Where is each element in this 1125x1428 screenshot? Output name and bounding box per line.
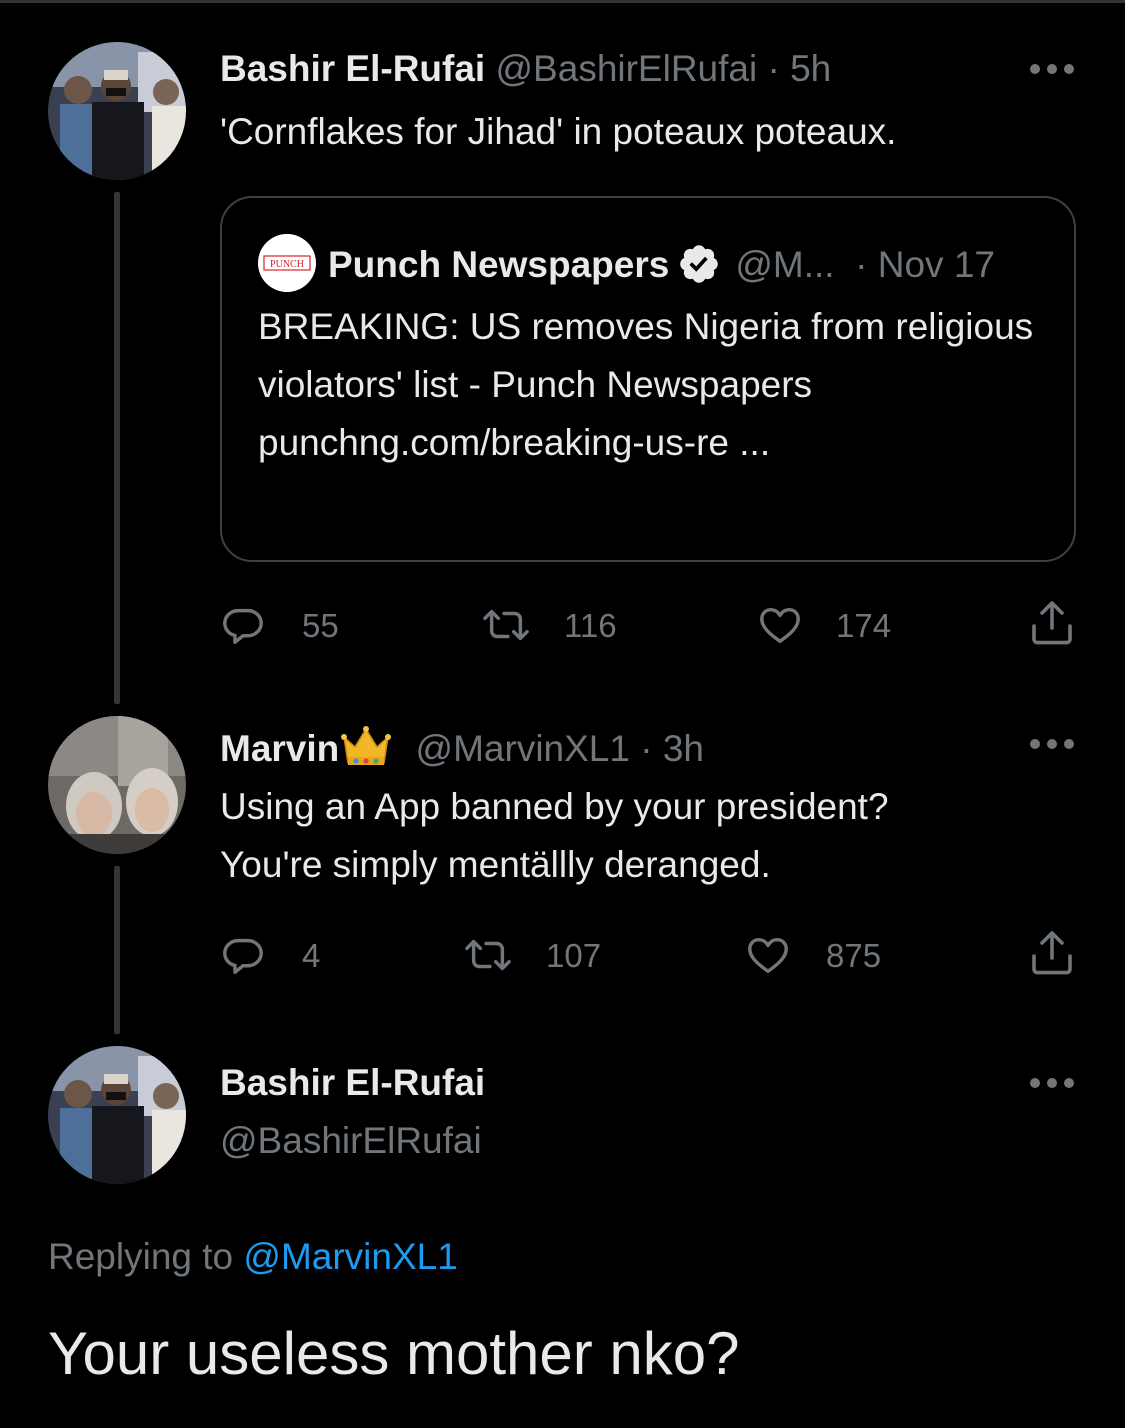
punch-logo: PUNCH — [258, 234, 316, 292]
avatar-photo — [48, 42, 186, 180]
tweet-header: Marvin @MarvinXL1 · 3h — [220, 725, 704, 769]
like-count: 875 — [826, 936, 882, 974]
like-count: 174 — [836, 606, 892, 644]
avatar-photo — [48, 1046, 186, 1184]
quoted-tweet-header: Punch Newspapers @M... · Nov 17 — [328, 242, 995, 286]
tweet-text: Using an App banned by your president? Y… — [220, 778, 889, 894]
like-icon — [760, 607, 800, 644]
author-name[interactable]: Marvin — [220, 728, 339, 769]
meta-separator: · — [844, 244, 868, 285]
thread-line — [114, 192, 120, 704]
reply-count: 4 — [302, 936, 321, 974]
crown-emoji-icon — [341, 726, 392, 765]
avatar-photo — [48, 716, 186, 854]
reply-icon — [223, 608, 263, 644]
more-icon[interactable] — [1030, 737, 1074, 751]
share-button[interactable] — [1028, 598, 1076, 653]
more-icon[interactable] — [1030, 62, 1074, 76]
verified-badge-icon — [680, 245, 719, 283]
retweet-count: 116 — [564, 606, 617, 644]
svg-text:PUNCH: PUNCH — [270, 259, 304, 270]
main-tweet-text: Your useless mother nko? — [48, 1320, 740, 1387]
retweet-button[interactable]: 116 — [480, 602, 617, 648]
quoted-tweet-card[interactable]: PUNCH Punch Newspapers @M... · Nov 17 BRE… — [220, 196, 1076, 562]
tweet-header: Bashir El-Rufai @BashirElRufai · 5h — [220, 50, 831, 87]
retweet-icon — [483, 609, 529, 641]
tweet-time[interactable]: 5h — [790, 48, 831, 89]
top-divider — [0, 0, 1125, 3]
share-icon — [1032, 601, 1072, 645]
tweet-time[interactable]: 3h — [663, 728, 704, 769]
retweet-count: 107 — [546, 936, 602, 974]
meta-separator: · — [640, 728, 653, 769]
author-name[interactable]: Bashir El-Rufai — [220, 1064, 485, 1101]
reply-count: 55 — [302, 606, 339, 644]
author-handle[interactable]: @BashirElRufai — [496, 48, 758, 89]
quoted-tweet-date: Nov 17 — [877, 244, 995, 285]
share-button[interactable] — [1028, 928, 1076, 983]
reply-button[interactable]: 4 — [220, 932, 320, 978]
quoted-author-handle: @M... — [735, 244, 835, 285]
more-icon[interactable] — [1030, 1076, 1074, 1090]
avatar-bashir[interactable] — [48, 42, 186, 180]
avatar-bashir[interactable] — [48, 1046, 186, 1184]
retweet-icon — [465, 939, 511, 971]
like-button[interactable]: 174 — [756, 602, 891, 648]
thread-line — [114, 866, 120, 1034]
like-icon — [748, 937, 788, 974]
replying-to-line: Replying to @MarvinXL1 — [48, 1238, 458, 1275]
author-name[interactable]: Bashir El-Rufai — [220, 48, 485, 89]
meta-separator: · — [767, 48, 780, 89]
share-icon — [1032, 931, 1072, 975]
reply-button[interactable]: 55 — [220, 602, 339, 648]
avatar-marvin[interactable] — [48, 716, 186, 854]
tweet-text-line: You're simply mentällly deranged. — [220, 844, 771, 885]
author-handle[interactable]: @BashirElRufai — [220, 1122, 482, 1159]
quoted-tweet-text: BREAKING: US removes Nigeria from religi… — [258, 306, 1034, 463]
author-handle[interactable]: @MarvinXL1 — [416, 728, 630, 769]
replying-to-label: Replying to — [48, 1236, 234, 1277]
like-button[interactable]: 875 — [744, 932, 881, 978]
retweet-button[interactable]: 107 — [462, 932, 601, 978]
mention-link[interactable]: @MarvinXL1 — [243, 1236, 457, 1277]
reply-icon — [223, 938, 263, 974]
tweet-text-line: Using an App banned by your president? — [220, 786, 889, 827]
tweet-text: 'Cornflakes for Jihad' in poteaux poteau… — [220, 111, 897, 152]
quoted-author-name: Punch Newspapers — [328, 244, 670, 285]
